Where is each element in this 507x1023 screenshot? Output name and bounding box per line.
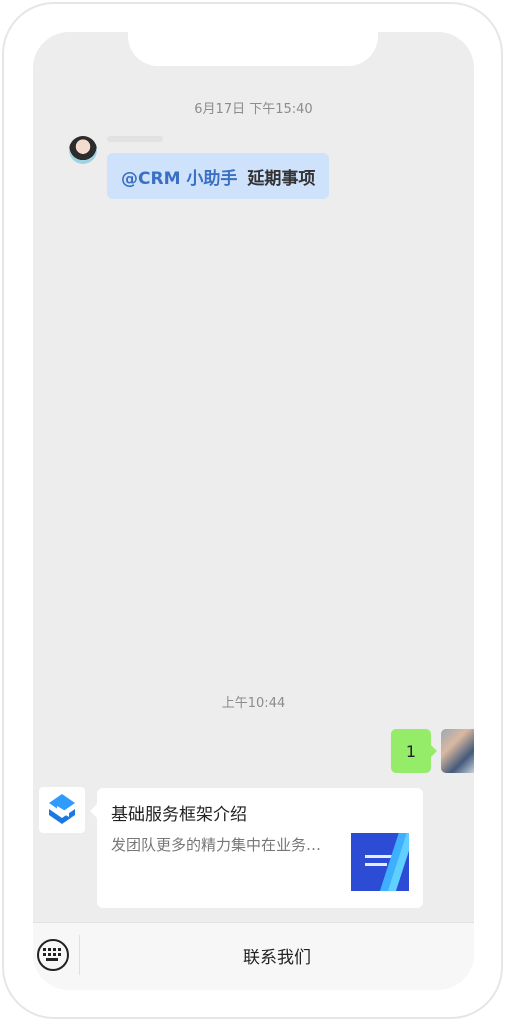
bot-avatar[interactable]	[39, 787, 85, 833]
sender-name-placeholder	[107, 136, 163, 142]
my-avatar[interactable]	[441, 729, 474, 773]
sent-message-text: 1	[405, 741, 417, 761]
card-title: 基础服务框架介绍	[111, 805, 247, 825]
keyboard-icon	[43, 948, 61, 961]
notch	[128, 32, 378, 66]
message-bubble[interactable]: @CRM 小助手 延期事项	[107, 153, 330, 199]
message-text: 延期事项	[247, 168, 316, 189]
bottom-bar: 联系我们	[33, 922, 474, 990]
mention-text[interactable]: @CRM 小助手	[121, 164, 237, 189]
thumbnail-line	[365, 855, 393, 858]
thumbnail-line	[365, 863, 387, 866]
timestamp: 上午10:44	[221, 696, 286, 711]
sender-avatar[interactable]	[69, 136, 97, 164]
card-thumbnail	[351, 833, 409, 891]
chat-screen: 6月17日 下午15:40 @CRM 小助手 延期事项 上午10:44 1 基础…	[33, 32, 474, 990]
timestamp: 6月17日 下午15:40	[194, 102, 313, 117]
contact-us-button[interactable]: 联系我们	[80, 923, 474, 987]
sent-message-bubble[interactable]: 1	[391, 729, 437, 773]
keyboard-toggle-button[interactable]	[37, 939, 69, 971]
app-logo-icon	[49, 794, 75, 824]
card-description: 发团队更多的精力集中在业务…	[111, 836, 322, 854]
link-card[interactable]: 基础服务框架介绍 发团队更多的精力集中在业务…	[90, 788, 423, 908]
